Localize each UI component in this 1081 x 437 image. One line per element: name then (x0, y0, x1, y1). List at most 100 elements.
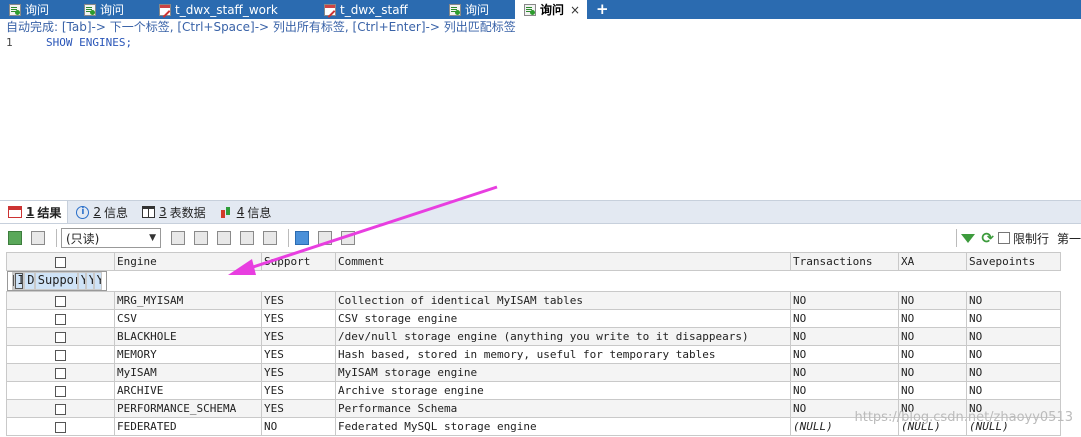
window-tab-query-2[interactable]: 询问 (75, 0, 150, 19)
add-tab-icon[interactable]: + (587, 0, 609, 19)
filter-icon[interactable] (961, 233, 976, 243)
cell-comment[interactable]: Hash based, stored in memory, useful for… (335, 345, 791, 364)
cell-comment[interactable]: CSV storage engine (335, 309, 791, 328)
row-checkbox[interactable] (6, 291, 115, 310)
cell-engine[interactable]: MRG_MYISAM (114, 291, 262, 310)
cell-savepoints[interactable]: NO (966, 309, 1061, 328)
column-header-savepoints[interactable]: Savepoints (966, 252, 1061, 271)
limit-rows-checkbox[interactable] (997, 232, 1010, 244)
export-button[interactable] (29, 229, 47, 247)
cell-comment[interactable]: MyISAM storage engine (335, 363, 791, 382)
cell-xa[interactable]: NO (898, 381, 967, 400)
cell-support[interactable]: YES (261, 291, 336, 310)
table-row[interactable]: MEMORY YES Hash based, stored in memory, u… (6, 345, 1061, 364)
cell-comment[interactable]: Supports transactions, row-level locking… (34, 272, 78, 290)
cell-transactions[interactable]: NO (790, 309, 899, 328)
column-header-xa[interactable]: XA (898, 252, 967, 271)
cell-xa[interactable]: NO (898, 363, 967, 382)
row-checkbox[interactable] (6, 381, 115, 400)
cell-transactions[interactable]: YES (77, 272, 86, 290)
window-tab-t-dwx-staff[interactable]: t_dwx_staff (315, 0, 440, 19)
cell-xa[interactable]: YES (85, 272, 94, 290)
cell-xa[interactable]: NO (898, 309, 967, 328)
cell-support[interactable]: YES (261, 399, 336, 418)
cell-comment[interactable]: Federated MySQL storage engine (335, 417, 791, 436)
cell-engine[interactable]: CSV (114, 309, 262, 328)
cell-transactions[interactable]: NO (790, 291, 899, 310)
cell-comment[interactable]: Archive storage engine (335, 381, 791, 400)
row-checkbox[interactable] (6, 417, 115, 436)
window-tab-query-active[interactable]: 询问 × (515, 0, 587, 19)
cell-support[interactable]: NO (261, 417, 336, 436)
cell-xa[interactable]: NO (898, 327, 967, 346)
grid-view-button[interactable] (293, 229, 311, 247)
duplicate-row-button[interactable] (192, 229, 210, 247)
cancel-changes-button[interactable] (261, 229, 279, 247)
cell-support[interactable]: YES (261, 381, 336, 400)
cell-support[interactable]: YES (261, 309, 336, 328)
table-row[interactable]: ARCHIVE YES Archive storage engine NO NO NO (6, 381, 1061, 400)
window-tab-query-1[interactable]: 询问 (0, 0, 75, 19)
tab-table-data[interactable]: 3 表数据 (134, 201, 212, 223)
cell-comment[interactable]: Collection of identical MyISAM tables (335, 291, 791, 310)
cell-comment[interactable]: Performance Schema (335, 399, 791, 418)
table-row[interactable]: InnoDBDEFAULTSupports transactions, row-… (6, 271, 107, 291)
read-only-mode-select[interactable]: (只读) ▼ (61, 228, 161, 248)
save-button[interactable] (215, 229, 233, 247)
cell-support[interactable]: YES (261, 363, 336, 382)
cell-engine[interactable]: MEMORY (114, 345, 262, 364)
insert-row-button[interactable] (169, 229, 187, 247)
delete-button[interactable] (238, 229, 256, 247)
select-all-checkbox[interactable] (6, 252, 115, 271)
tab-results[interactable]: 1 结果 (0, 201, 69, 223)
close-icon[interactable]: × (570, 3, 580, 17)
cell-transactions[interactable]: NO (790, 345, 899, 364)
cell-savepoints[interactable]: NO (966, 345, 1061, 364)
column-header-support[interactable]: Support (261, 252, 336, 271)
cell-xa[interactable]: NO (898, 345, 967, 364)
form-view-button[interactable] (316, 229, 334, 247)
column-header-engine[interactable]: Engine (114, 252, 262, 271)
cell-engine[interactable]: InnoDB (14, 272, 25, 290)
row-checkbox[interactable] (6, 399, 115, 418)
window-tab-query-3[interactable]: 询问 (440, 0, 515, 19)
toolbar-separator (56, 229, 57, 247)
cell-engine[interactable]: MyISAM (114, 363, 262, 382)
window-tab-t-dwx-staff-work[interactable]: t_dwx_staff_work (150, 0, 315, 19)
cell-support[interactable]: DEFAULT (24, 272, 35, 290)
refresh-icon[interactable]: ⟳ (981, 229, 994, 247)
query-editor-line[interactable]: 1 SHOW ENGINES; (6, 35, 132, 51)
row-checkbox[interactable] (6, 345, 115, 364)
table-row[interactable]: BLACKHOLE YES/dev/null storage engine (an… (6, 327, 1061, 346)
cell-engine[interactable]: FEDERATED (114, 417, 262, 436)
cell-engine[interactable]: PERFORMANCE_SCHEMA (114, 399, 262, 418)
table-row[interactable]: MyISAM YES MyISAM storage engine NO NO NO (6, 363, 1061, 382)
add-row-button[interactable] (6, 229, 24, 247)
tab-messages[interactable]: i 2 信息 (68, 201, 134, 223)
cell-transactions[interactable]: NO (790, 363, 899, 382)
cell-savepoints[interactable]: NO (966, 381, 1061, 400)
cell-support[interactable]: YES (261, 345, 336, 364)
cell-savepoints[interactable]: NO (966, 327, 1061, 346)
row-checkbox[interactable] (6, 327, 115, 346)
cell-transactions[interactable]: NO (790, 381, 899, 400)
cell-xa[interactable]: NO (898, 291, 967, 310)
cell-engine[interactable]: BLACKHOLE (114, 327, 262, 346)
row-checkbox[interactable] (6, 309, 115, 328)
row-checkbox[interactable] (6, 363, 115, 382)
cell-savepoints[interactable]: NO (966, 291, 1061, 310)
cell-engine[interactable]: ARCHIVE (114, 381, 262, 400)
column-header-transactions[interactable]: Transactions (790, 252, 899, 271)
table-row[interactable]: MRG_MYISAM YES Collection of identical MyI… (6, 291, 1061, 310)
tab-info[interactable]: 4 信息 (212, 201, 278, 223)
text-view-button[interactable] (339, 229, 357, 247)
cell-savepoints[interactable]: NO (966, 363, 1061, 382)
table-row[interactable]: CSV YES CSV storage engine NO NO NO (6, 309, 1061, 328)
info-icon: i (76, 205, 90, 219)
cell-savepoints[interactable]: YES (93, 272, 102, 290)
mode-select-value: (只读) (66, 231, 100, 246)
cell-support[interactable]: YES (261, 327, 336, 346)
cell-transactions[interactable]: NO (790, 327, 899, 346)
cell-comment[interactable]: /dev/null storage engine (anything you w… (335, 327, 791, 346)
column-header-comment[interactable]: Comment (335, 252, 791, 271)
